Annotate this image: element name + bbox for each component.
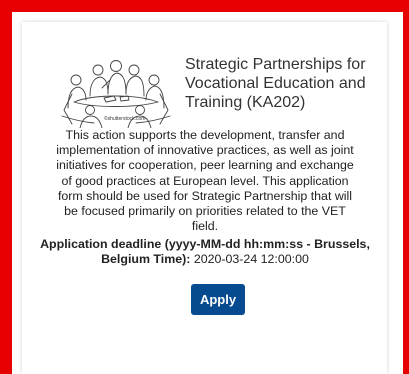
apply-button[interactable]: Apply: [191, 284, 245, 315]
action-card: ©shutterstock.com Strategic Partnerships…: [22, 22, 387, 374]
application-deadline: Application deadline (yyyy-MM-dd hh:mm:s…: [40, 237, 370, 268]
action-description: This action supports the development, tr…: [56, 128, 354, 234]
deadline-value: 2020-03-24 12:00:00: [193, 252, 309, 267]
card-header: ©shutterstock.com Strategic Partnerships…: [22, 42, 387, 137]
action-title: Strategic Partnerships for Vocational Ed…: [185, 56, 366, 111]
image-credit: ©shutterstock.com: [104, 116, 146, 122]
